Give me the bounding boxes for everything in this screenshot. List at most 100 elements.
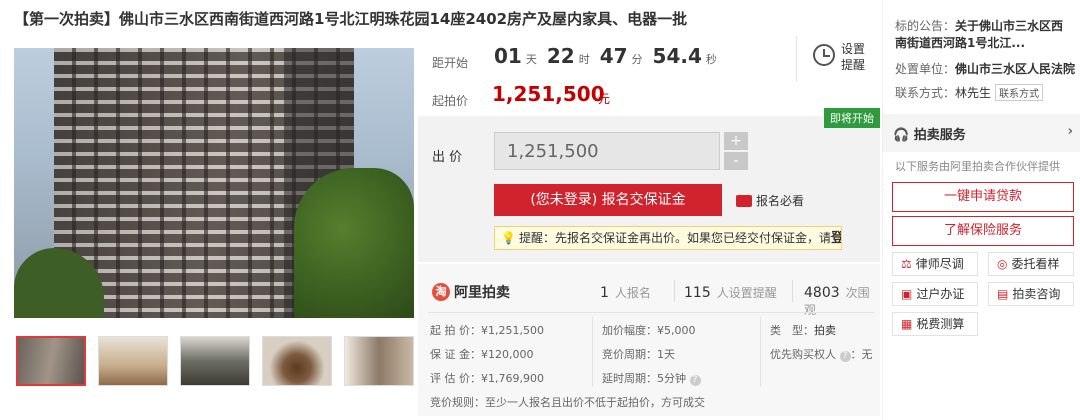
tip-text: 提醒：先报名交保证金再出价。如果您已经交付保证金，请 <box>518 231 831 245</box>
must-read-label: 报名必看 <box>756 194 805 208</box>
clock-icon <box>813 44 835 66</box>
unit-value: 佛山市三水区人民法院 <box>955 62 1076 76</box>
document-icon: ▣ <box>901 287 913 301</box>
info-bid-period: 竞价周期：1天 <box>602 348 675 361</box>
viewing-label: 委托看样 <box>1011 257 1060 271</box>
thumbnail-5[interactable] <box>344 336 414 386</box>
countdown-seconds: 54.4 <box>652 44 702 68</box>
page-title: 【第一次拍卖】佛山市三水区西南街道西河路1号北江明珠花园14座2402房产及屋内… <box>14 10 688 28</box>
countdown-timer: 01 天 22 时 47 分 54.4 秒 <box>494 44 723 68</box>
hours-unit: 时 <box>578 53 590 66</box>
info-bid-rules: 竞价规则：至少一人报名且出价不低于起拍价，方可成交 <box>430 394 705 410</box>
ali-logo-text: 阿里拍卖 <box>454 285 510 301</box>
contact-button[interactable]: 联系方式 <box>995 84 1044 101</box>
transfer-label: 过户办证 <box>916 287 965 301</box>
unit-label: 处置单位： <box>895 62 956 76</box>
set-reminder-button[interactable]: 设置提醒 <box>796 36 880 82</box>
contact-name: 林先生 <box>955 86 992 100</box>
login-link[interactable]: 登录 <box>831 231 841 246</box>
countdown-hours: 22 <box>546 44 575 68</box>
bid-amount-input[interactable]: 1,251,500 <box>494 132 720 170</box>
headset-icon: 🎧 <box>893 128 910 143</box>
contact-label: 联系方式： <box>895 86 956 100</box>
start-price-value: 1,251,500 <box>492 82 605 106</box>
contact-row: 联系方式：林先生 联系方式 <box>895 84 1044 101</box>
transfer-certificate-button[interactable]: ▣ 过户办证 <box>892 282 978 306</box>
info-appraisal: 评 估 价：¥1,769,900 <box>430 372 544 385</box>
stat-signups-count: 1 <box>600 285 609 301</box>
service-subtitle: 以下服务由阿里拍卖合作伙伴提供 <box>895 160 1060 173</box>
signup-deposit-button[interactable]: (您未登录) 报名交保证金 <box>494 184 722 216</box>
stat-signups: 1 人报名 <box>600 284 651 301</box>
help-icon[interactable]: ? <box>689 375 701 386</box>
tree-image <box>294 168 414 318</box>
consult-label: 拍卖咨询 <box>1012 287 1061 301</box>
stat-views-count: 4803 <box>804 285 840 301</box>
info-priority-buyer: 优先购买权人 ? ：无 <box>770 346 873 362</box>
stat-reminders: 115 人设置提醒 <box>684 284 777 301</box>
bid-box: 即将开始 出 价 1,251,500 + - (您未登录) 报名交保证金 报名必… <box>418 108 880 262</box>
ali-logo-icon: 淘 <box>432 283 450 301</box>
countdown-days: 01 <box>494 44 522 68</box>
decrease-bid-button[interactable]: - <box>724 152 748 170</box>
divider <box>760 316 761 386</box>
auction-info: 淘 阿里拍卖 1 人报名 115 人设置提醒 4803 次围观 起 拍 价：¥1,25… <box>418 264 880 416</box>
help-icon[interactable]: ? <box>839 351 851 362</box>
service-header[interactable]: 🎧 拍卖服务 › <box>883 114 1080 152</box>
stat-reminders-count: 115 <box>684 285 711 301</box>
must-read-link[interactable]: 报名必看 <box>736 192 804 209</box>
info-deposit: 保 证 金：¥120,000 <box>430 348 534 361</box>
stat-signups-label: 人报名 <box>614 286 651 300</box>
thumbnail-3[interactable] <box>180 336 250 386</box>
info-type-label: 类 型： <box>770 324 814 337</box>
auction-panel: 距开始 01 天 22 时 47 分 54.4 秒 设置提醒 起拍价 1,251… <box>418 36 880 416</box>
thumbnail-1[interactable] <box>16 336 86 386</box>
start-price-label: 起拍价 <box>432 94 469 108</box>
insurance-button[interactable]: 了解保险服务 <box>892 216 1074 246</box>
status-badge: 即将开始 <box>824 108 880 128</box>
bid-label: 出 价 <box>432 150 463 165</box>
lightbulb-icon: 💡 <box>501 231 516 245</box>
stat-reminders-label: 人设置提醒 <box>716 286 777 300</box>
start-price-row: 起拍价 1,251,500 元 <box>418 80 880 116</box>
divider <box>428 312 874 313</box>
minutes-unit: 分 <box>631 53 643 66</box>
thumbnail-2[interactable] <box>98 336 168 386</box>
location-icon: ◎ <box>997 257 1008 271</box>
chat-icon: ▤ <box>997 287 1009 301</box>
tip-bar: 💡提醒：先报名交保证金再出价。如果您已经交付保证金，请登录 <box>494 226 842 250</box>
ali-auction-logo: 淘 阿里拍卖 <box>432 282 510 302</box>
lawyer-icon: ⚖ <box>901 257 912 271</box>
info-rules-value: 至少一人报名且出价不低于起拍价，方可成交 <box>485 396 705 409</box>
info-priority-label: 优先购买权人 <box>770 348 836 361</box>
increase-bid-button[interactable]: + <box>724 132 748 150</box>
divider <box>792 280 793 302</box>
thumbnail-4[interactable] <box>262 336 332 386</box>
lawyer-due-diligence-button[interactable]: ⚖ 律师尽调 <box>892 252 978 276</box>
lawyer-label: 律师尽调 <box>915 257 964 271</box>
tax-label: 税费测算 <box>916 317 965 331</box>
countdown-row: 距开始 01 天 22 时 47 分 54.4 秒 设置提醒 <box>418 36 880 86</box>
info-priority-value: ：无 <box>850 348 873 361</box>
divider <box>592 316 593 386</box>
unit-row: 处置单位：佛山市三水区人民法院 <box>895 60 1075 77</box>
divider <box>674 280 675 302</box>
info-type: 类 型：拍卖 <box>770 322 836 338</box>
notice-row: 标的公告：关于佛山市三水区西南街道西河路1号北江... <box>895 18 1075 52</box>
countdown-minutes: 47 <box>599 44 628 68</box>
tax-calculation-button[interactable]: ▦ 税费测算 <box>892 312 978 336</box>
coins-icon <box>736 194 752 207</box>
chevron-right-icon: › <box>1067 124 1073 139</box>
apply-loan-button[interactable]: 一键申请贷款 <box>892 182 1074 212</box>
right-panel: 标的公告：关于佛山市三水区西南街道西河路1号北江... 处置单位：佛山市三水区人… <box>882 0 1080 420</box>
info-delay-period: 延时周期：5分钟 ? <box>602 370 701 386</box>
auction-consult-button[interactable]: ▤ 拍卖咨询 <box>988 282 1074 306</box>
info-delay-text: 延时周期：5分钟 <box>602 372 686 385</box>
entrust-viewing-button[interactable]: ◎ 委托看样 <box>988 252 1074 276</box>
main-photo[interactable] <box>14 48 414 318</box>
notice-label: 标的公告： <box>895 19 956 33</box>
seconds-unit: 秒 <box>705 53 717 66</box>
start-price-unit: 元 <box>598 92 611 106</box>
info-start-price: 起 拍 价：¥1,251,500 <box>430 324 544 337</box>
info-type-value: 拍卖 <box>814 324 836 337</box>
